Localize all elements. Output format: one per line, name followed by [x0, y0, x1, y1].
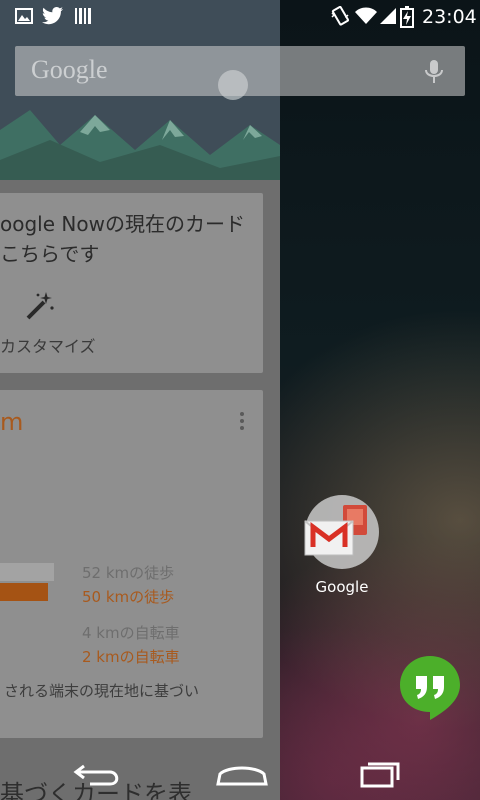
status-bar: 23:04	[0, 0, 480, 33]
walking-goal-bar	[0, 563, 54, 581]
customize-label[interactable]: カスタマイズ	[0, 333, 96, 357]
cycling-goal-stat: 4 kmの自転車	[82, 624, 180, 642]
hangouts-icon[interactable]	[398, 654, 462, 722]
navigation-bar	[0, 752, 480, 800]
walking-actual-bar	[0, 583, 48, 601]
card-unit-label: m	[0, 408, 24, 436]
walking-actual-stat: 50 kmの徒歩	[82, 588, 175, 606]
intro-card-title: oogle Nowの現在のカード こちらです	[0, 212, 245, 266]
overflow-menu-icon[interactable]	[240, 412, 246, 433]
wifi-icon	[355, 7, 377, 24]
card-footer-text: される端末の現在地に基づい	[4, 682, 200, 700]
barcode-icon	[75, 8, 91, 24]
activity-summary-card[interactable]: m 52 kmの徒歩 50 kmの徒歩 4 kmの自転車 2 kmの自転車 され…	[0, 390, 263, 738]
now-intro-card[interactable]: oogle Nowの現在のカード こちらです カスタマイズ	[0, 193, 263, 373]
google-search-bar[interactable]: Google	[15, 46, 465, 96]
magic-wand-icon[interactable]	[24, 290, 56, 322]
recents-icon[interactable]	[358, 758, 414, 790]
gmail-icon	[304, 520, 354, 556]
cycling-actual-stat: 2 kmの自転車	[82, 648, 180, 666]
google-now-panel[interactable]: oogle Nowの現在のカード こちらです カスタマイズ m 52 kmの徒歩…	[0, 0, 280, 800]
back-icon[interactable]	[70, 758, 126, 790]
walking-goal-stat: 52 kmの徒歩	[82, 564, 175, 582]
twitter-icon	[42, 7, 63, 25]
signal-icon	[380, 8, 396, 24]
battery-icon	[400, 6, 414, 28]
vibrate-icon	[331, 6, 349, 26]
google-folder[interactable]	[303, 493, 381, 571]
mountains-illustration	[0, 110, 280, 180]
folder-label[interactable]: Google	[300, 578, 384, 596]
home-icon[interactable]	[214, 758, 270, 790]
google-logo: Google	[31, 55, 108, 84]
image-icon	[15, 8, 33, 24]
status-clock: 23:04	[422, 6, 477, 28]
google-folder-icon[interactable]	[303, 493, 381, 571]
mic-icon[interactable]	[423, 58, 445, 86]
